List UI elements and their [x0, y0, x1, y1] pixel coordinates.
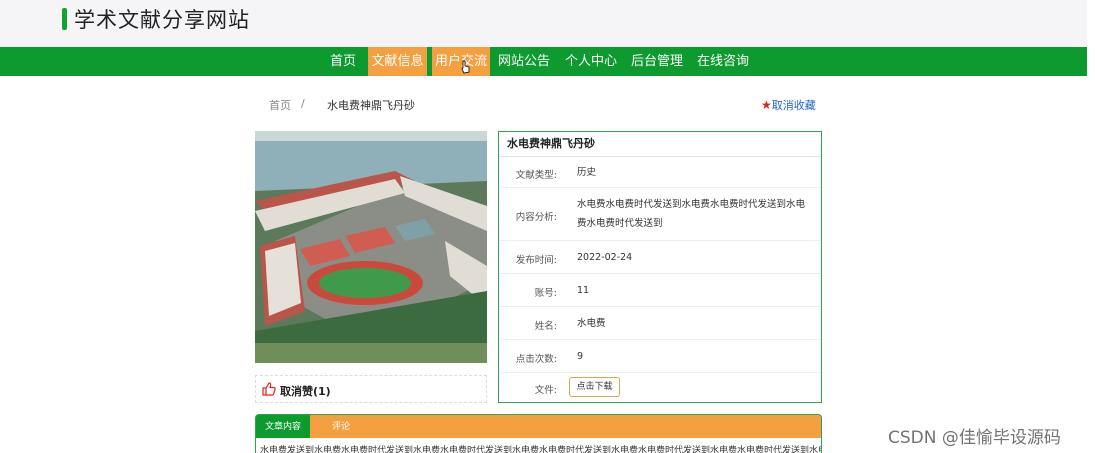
detail-row-click-count: 点击次数: 9: [499, 340, 821, 373]
unfavorite-link[interactable]: ★取消收藏: [761, 97, 816, 113]
nav-item-announcements[interactable]: 网站公告: [495, 47, 553, 76]
detail-label: 文件:: [534, 385, 557, 396]
like-box[interactable]: 取消赞(1): [255, 375, 487, 403]
site-header: 学术文献分享网站: [0, 0, 1087, 47]
star-icon: ★: [761, 98, 772, 112]
detail-value: 水电费: [577, 318, 606, 329]
detail-label: 账号:: [534, 288, 557, 299]
detail-label: 内容分析:: [515, 212, 557, 223]
literature-cover-image: [255, 131, 487, 363]
nav-item-literature[interactable]: 文献信息: [368, 47, 427, 76]
hand-cursor-icon: [461, 60, 470, 74]
detail-row-type: 文献类型: 历史: [499, 157, 821, 188]
content-tabs: 文章内容 评论: [255, 414, 822, 438]
detail-row-file: 文件: 点击下载: [499, 373, 821, 403]
site-title: 学术文献分享网站: [74, 8, 250, 32]
tab-comments[interactable]: 评论: [326, 415, 356, 438]
detail-value: 11: [577, 285, 590, 296]
breadcrumb-current: 水电费神鼎飞丹砂: [327, 99, 415, 112]
article-content: 水电费发送到水电费水电费时代发送到水电费水电费时代发送到水电费水电费时代发送到水…: [255, 438, 822, 453]
literature-title: 水电费神鼎飞丹砂: [499, 132, 821, 157]
detail-value: 水电费水电费时代发送到水电费水电费时代发送到水电费水电费时代发送到: [577, 199, 806, 229]
detail-row-analysis: 内容分析: 水电费水电费时代发送到水电费水电费时代发送到水电费水电费时代发送到: [499, 188, 821, 241]
download-button[interactable]: 点击下载: [569, 377, 620, 397]
detail-label: 点击次数:: [515, 354, 557, 365]
detail-value: 2022-02-24: [577, 252, 633, 263]
article-text: 水电费发送到水电费水电费时代发送到水电费水电费时代发送到水电费水电费时代发送到水…: [260, 446, 821, 453]
breadcrumb-separator: /: [301, 97, 305, 110]
detail-value: 历史: [577, 167, 597, 178]
detail-label: 发布时间:: [515, 255, 557, 266]
literature-detail-panel: 水电费神鼎飞丹砂 文献类型: 历史 内容分析: 水电费水电费时代发送到水电费水电…: [498, 131, 822, 403]
detail-row-publish-time: 发布时间: 2022-02-24: [499, 241, 821, 274]
main-nav: 首页 文献信息 用户交流 网站公告 个人中心 后台管理 在线咨询: [0, 47, 1087, 76]
detail-label: 文献类型:: [515, 170, 557, 181]
detail-value: 9: [577, 351, 584, 362]
detail-label: 姓名:: [534, 321, 557, 332]
unfavorite-label: 取消收藏: [771, 99, 816, 112]
breadcrumb-home[interactable]: 首页: [269, 97, 291, 113]
tab-article-content[interactable]: 文章内容: [256, 415, 310, 438]
thumbs-up-icon: [262, 382, 276, 396]
unlike-label: 取消赞(1): [280, 385, 331, 398]
detail-row-account: 账号: 11: [499, 274, 821, 307]
detail-row-name: 姓名: 水电费: [499, 307, 821, 340]
title-accent-bar: [62, 8, 67, 30]
page: 学术文献分享网站 首页 文献信息 用户交流 网站公告 个人中心 后台管理 在线咨…: [0, 0, 1095, 453]
nav-item-personal-center[interactable]: 个人中心: [561, 47, 621, 76]
nav-item-admin[interactable]: 后台管理: [627, 47, 687, 76]
watermark: CSDN @佳愉毕设源码: [888, 428, 1061, 448]
nav-item-home[interactable]: 首页: [323, 47, 363, 76]
nav-item-online-consult[interactable]: 在线咨询: [693, 47, 753, 76]
